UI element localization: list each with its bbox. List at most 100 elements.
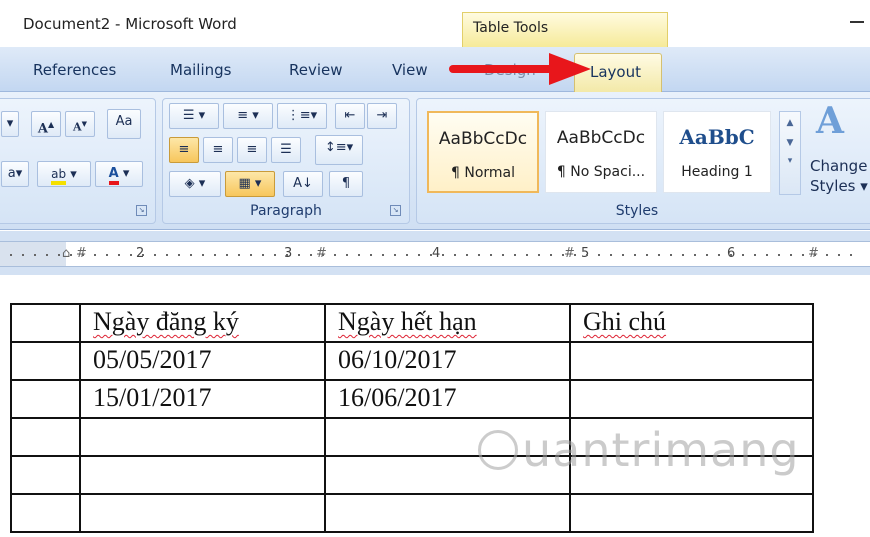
decrease-indent-icon[interactable]: ⇤ (335, 103, 365, 129)
ruler-tick (610, 254, 612, 256)
ruler-tick (538, 254, 540, 256)
shading-icon[interactable]: ◈ ▾ (169, 171, 221, 197)
grow-font-button[interactable]: A▲ (31, 111, 61, 137)
ruler-tick (442, 254, 444, 256)
ruler-tick (418, 254, 420, 256)
horizontal-ruler[interactable]: ⌂ # 2 3 # 4 # 5 6 # (0, 241, 870, 267)
style-normal-name: ¶ Normal (450, 165, 515, 181)
borders-icon[interactable]: ▦ ▾ (225, 171, 275, 197)
ruler-tick (58, 254, 60, 256)
paragraph-group: ☰ ▾ ≡ ▾ ⋮≡▾ ⇤ ⇥ ≡ ≡ ≡ ☰ ↕≡▾ ◈ ▾ ▦ ▾ A↓ ¶… (162, 98, 410, 224)
tab-references[interactable]: References (33, 61, 116, 79)
multilevel-list-icon[interactable]: ⋮≡▾ (277, 103, 327, 129)
sort-icon[interactable]: A↓ (283, 171, 323, 197)
table-cell[interactable]: 05/05/2017 (79, 341, 326, 381)
change-styles-button[interactable]: Change Styles ▾ (810, 156, 868, 196)
align-center-icon[interactable]: ≡ (203, 137, 233, 163)
table-row[interactable]: 05/05/2017 06/10/2017 (10, 341, 814, 381)
ruler-tick (298, 254, 300, 256)
line-spacing-icon[interactable]: ↕≡▾ (315, 135, 363, 165)
ruler-tick (154, 254, 156, 256)
font-case-dropdown-icon[interactable]: a▾ (1, 161, 29, 187)
paragraph-dialog-launcher-icon[interactable]: ↘ (390, 205, 401, 216)
ruler-tick (394, 254, 396, 256)
table-cell[interactable] (10, 303, 81, 343)
ruler-tick (586, 254, 588, 256)
document-page[interactable]: Ngày đăng ký Ngày hết hạn Ghi chú 05/05/201… (0, 275, 870, 537)
ruler-tick (322, 254, 324, 256)
ruler-tick (358, 254, 360, 256)
change-styles-icon[interactable]: A (816, 100, 844, 142)
ruler-tick (118, 254, 120, 256)
minimize-icon[interactable] (850, 12, 864, 26)
cell-text: 06/10/2017 (338, 345, 457, 374)
table-row[interactable]: 15/01/2017 16/06/2017 (10, 379, 814, 419)
tab-mailings[interactable]: Mailings (170, 61, 231, 79)
show-formatting-icon[interactable]: ¶ (329, 171, 363, 197)
red-arrow-icon (449, 53, 591, 85)
table-cell[interactable] (79, 493, 326, 533)
table-cell[interactable] (569, 379, 814, 419)
styles-group: AaBbCcDc ¶ Normal AaBbCcDc ¶ No Spaci...… (416, 98, 870, 224)
highlight-button[interactable]: ab ▾ (37, 161, 91, 187)
table-cell[interactable] (10, 455, 81, 495)
indent-marker-icon[interactable]: ⌂ (62, 246, 76, 262)
table-cell[interactable] (10, 341, 81, 381)
table-cell[interactable] (324, 493, 571, 533)
styles-scrollbar[interactable]: ▲ ▼ ▾ (779, 111, 801, 195)
styles-scroll-down-icon[interactable]: ▼ (780, 138, 800, 148)
style-no-spacing[interactable]: AaBbCcDc ¶ No Spaci... (545, 111, 657, 193)
table-cell[interactable]: 15/01/2017 (79, 379, 326, 419)
style-normal[interactable]: AaBbCcDc ¶ Normal (427, 111, 539, 193)
document-table[interactable]: Ngày đăng ký Ngày hết hạn Ghi chú 05/05/201… (10, 303, 814, 533)
numbering-icon[interactable]: ≡ ▾ (223, 103, 273, 129)
increase-indent-icon[interactable]: ⇥ (367, 103, 397, 129)
font-color-button[interactable]: A ▾ (95, 161, 143, 187)
styles-more-icon[interactable]: ▾ (780, 156, 800, 166)
table-cell[interactable]: Ngày đăng ký (79, 303, 326, 343)
ruler-tick (202, 254, 204, 256)
align-right-icon[interactable]: ≡ (237, 137, 267, 163)
table-cell[interactable] (79, 455, 326, 495)
table-cell[interactable] (10, 493, 81, 533)
table-cell[interactable] (569, 341, 814, 381)
tab-view[interactable]: View (392, 61, 428, 79)
ruler-tick (754, 254, 756, 256)
align-left-icon[interactable]: ≡ (169, 137, 199, 163)
ruler-tick (646, 254, 648, 256)
table-cell[interactable]: 06/10/2017 (324, 341, 571, 381)
ruler-tick (814, 254, 816, 256)
ruler-tick (682, 254, 684, 256)
table-cell[interactable] (569, 493, 814, 533)
ruler-tick (766, 254, 768, 256)
table-cell[interactable]: Ghi chú (569, 303, 814, 343)
table-row[interactable]: Ngày đăng ký Ngày hết hạn Ghi chú (10, 303, 814, 343)
table-cell[interactable] (10, 417, 81, 457)
font-size-dropdown-icon[interactable]: ▾ (1, 111, 19, 137)
shrink-font-button[interactable]: A▼ (65, 111, 95, 137)
ruler-tick (622, 254, 624, 256)
ruler-tick (790, 254, 792, 256)
style-heading-1[interactable]: AaBbC Heading 1 (663, 111, 771, 193)
ruler-tick (730, 254, 732, 256)
table-cell[interactable]: 16/06/2017 (324, 379, 571, 419)
table-cell[interactable] (79, 417, 326, 457)
title-bar: Document2 - Microsoft Word Table Tools (0, 0, 870, 47)
table-cell[interactable] (10, 379, 81, 419)
ruler-tick (10, 254, 12, 256)
ruler-tick (526, 254, 528, 256)
ruler-tick (94, 254, 96, 256)
tab-review[interactable]: Review (289, 61, 343, 79)
ruler-tick (178, 254, 180, 256)
ruler-tick (718, 254, 720, 256)
justify-icon[interactable]: ☰ (271, 137, 301, 163)
ruler-tick (850, 254, 852, 256)
paragraph-group-label: Paragraph (250, 203, 322, 219)
clear-formatting-icon[interactable]: Aa (107, 109, 141, 139)
bullets-icon[interactable]: ☰ ▾ (169, 103, 219, 129)
font-dialog-launcher-icon[interactable]: ↘ (136, 205, 147, 216)
ruler-tick (382, 254, 384, 256)
styles-scroll-up-icon[interactable]: ▲ (780, 118, 800, 128)
table-row[interactable] (10, 493, 814, 533)
table-cell[interactable]: Ngày hết hạn (324, 303, 571, 343)
